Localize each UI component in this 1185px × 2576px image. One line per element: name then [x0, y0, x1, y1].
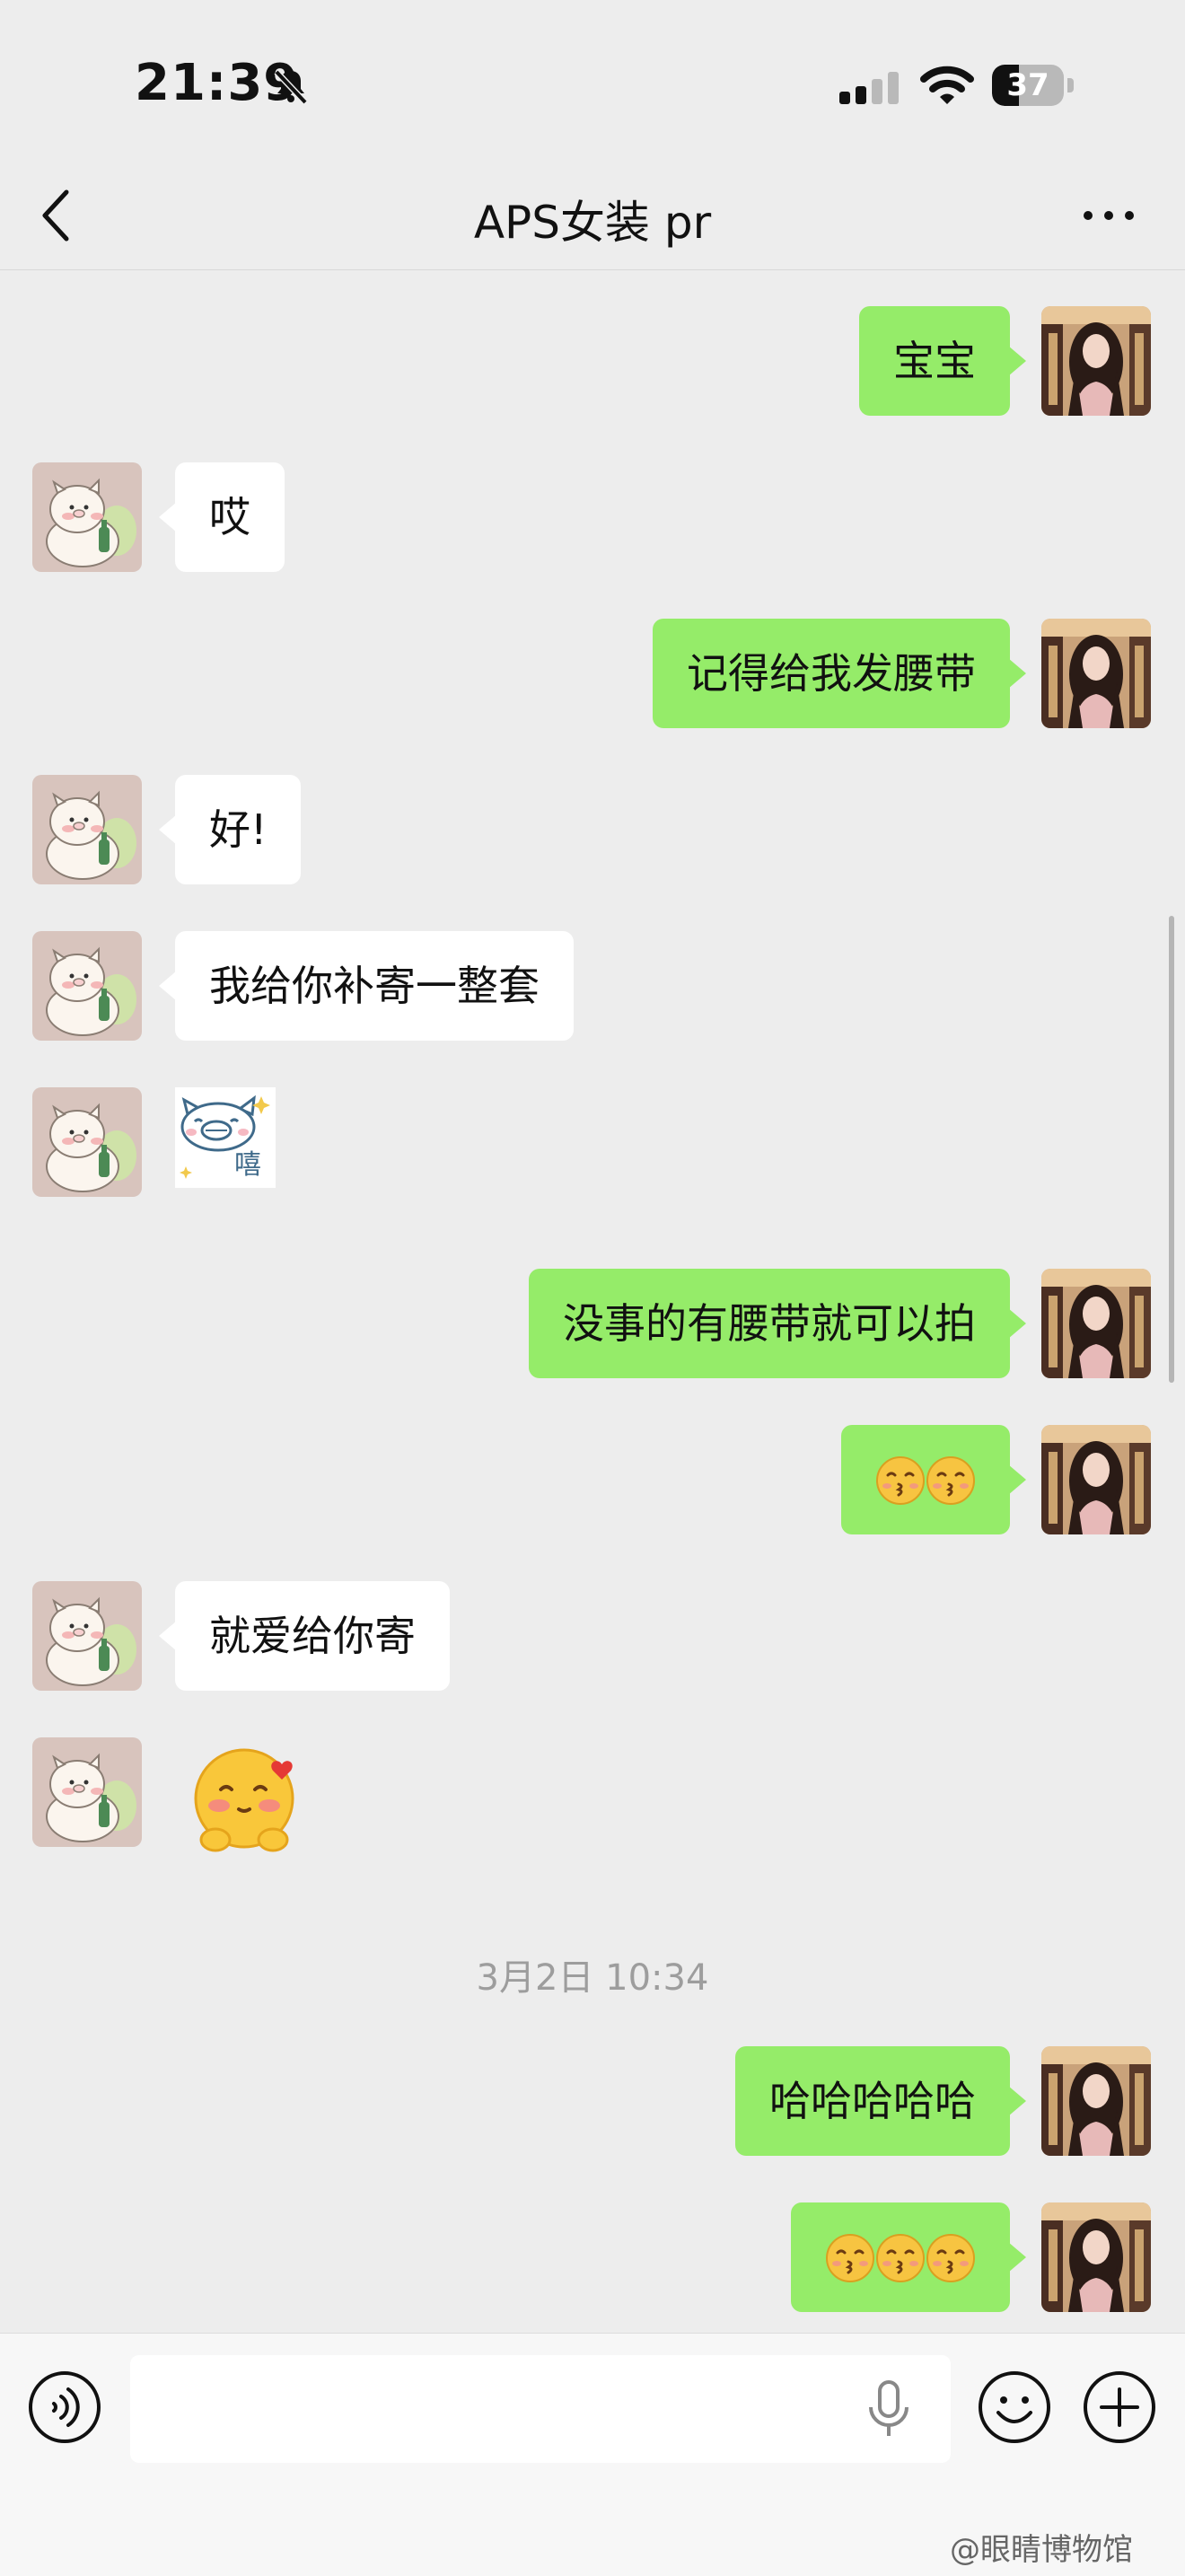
- more-actions-plus-icon[interactable]: [1082, 2369, 1157, 2445]
- message-input[interactable]: [130, 2355, 951, 2463]
- message-row: 就爱给你寄: [0, 1581, 1185, 1691]
- message-bubble[interactable]: 好!: [158, 775, 302, 884]
- kissing-face-emoji: [825, 2233, 875, 2283]
- kissing-face-emoji: [875, 2233, 926, 2283]
- message-bubble[interactable]: 我给你补寄一整套: [159, 931, 574, 1041]
- message-row: 没事的有腰带就可以拍: [0, 1269, 1185, 1378]
- cellular-signal-icon: [839, 72, 899, 104]
- battery-icon: 37: [992, 65, 1075, 106]
- message-row: 嘻: [0, 1087, 1185, 1197]
- contact-avatar[interactable]: [32, 1737, 142, 1847]
- self-avatar[interactable]: [1041, 619, 1151, 728]
- bell-muted-icon: [274, 69, 308, 105]
- message-bubble[interactable]: 没事的有腰带就可以拍: [529, 1269, 1026, 1378]
- message-bubble[interactable]: 哎: [159, 462, 285, 572]
- message-row: 我给你补寄一整套: [0, 931, 1185, 1041]
- message-row: [0, 2202, 1185, 2312]
- message-row: 哎: [0, 462, 1185, 572]
- chat-header: APS女装 pr: [0, 162, 1185, 270]
- self-avatar[interactable]: [1041, 1425, 1151, 1534]
- voice-input-icon[interactable]: [27, 2369, 102, 2445]
- microphone-icon[interactable]: [864, 2380, 914, 2438]
- pig-xi-sticker[interactable]: 嘻: [175, 1087, 276, 1188]
- message-row: 好!: [0, 775, 1185, 884]
- kissing-face-emoji: [926, 1455, 976, 1506]
- watermark: @眼睛博物馆: [950, 2532, 1133, 2568]
- contact-avatar[interactable]: [32, 462, 142, 572]
- kissing-face-emoji: [926, 2233, 976, 2283]
- battery-level-text: 37: [1006, 67, 1049, 103]
- message-bubble[interactable]: [791, 2202, 1026, 2312]
- message-bubble[interactable]: 哈哈哈哈哈: [735, 2046, 1026, 2156]
- contact-avatar[interactable]: [32, 775, 142, 884]
- message-row: 哈哈哈哈哈: [0, 2046, 1185, 2156]
- more-options-icon[interactable]: [1077, 198, 1140, 233]
- scrollbar[interactable]: [1169, 916, 1174, 1383]
- message-row: [0, 1425, 1185, 1534]
- contact-avatar[interactable]: [32, 1087, 142, 1197]
- message-bubble[interactable]: 记得给我发腰带: [653, 619, 1026, 728]
- chat-title: APS女装 pr: [473, 197, 712, 249]
- status-bar: 21:39 37: [0, 0, 1185, 162]
- self-avatar[interactable]: [1041, 306, 1151, 416]
- contact-avatar[interactable]: [32, 931, 142, 1041]
- contact-avatar[interactable]: [32, 1581, 142, 1691]
- message-bubble[interactable]: 宝宝: [859, 306, 1026, 416]
- message-bubble[interactable]: 就爱给你寄: [159, 1581, 450, 1691]
- message-bubble[interactable]: [841, 1425, 1026, 1534]
- self-avatar[interactable]: [1041, 1269, 1151, 1378]
- message-row: 宝宝: [0, 306, 1185, 416]
- sticker-text: 嘻: [234, 1149, 261, 1181]
- message-row: [0, 1737, 1185, 1863]
- message-row: 记得给我发腰带: [0, 619, 1185, 728]
- kissing-face-emoji: [875, 1455, 926, 1506]
- message-timestamp: 3月2日 10:34: [476, 1957, 709, 1999]
- self-avatar[interactable]: [1041, 2202, 1151, 2312]
- self-avatar[interactable]: [1041, 2046, 1151, 2156]
- wifi-icon: [920, 66, 974, 104]
- emoji-picker-icon[interactable]: [977, 2369, 1052, 2445]
- blush-kiss-emoji-sticker[interactable]: [189, 1746, 300, 1858]
